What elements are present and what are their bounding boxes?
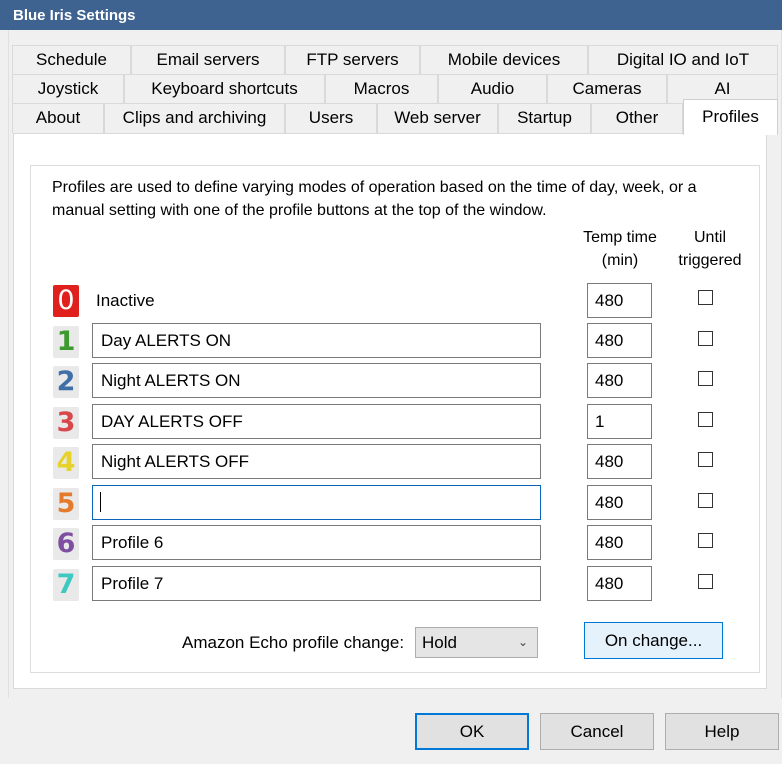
profile-0-until-triggered-checkbox[interactable]: [698, 290, 713, 305]
tab-digital-io-and-iot[interactable]: Digital IO and IoT: [588, 45, 778, 74]
tab-keyboard-shortcuts[interactable]: Keyboard shortcuts: [124, 74, 325, 103]
profile-2-number-icon: 2: [53, 366, 79, 398]
profile-4-until-triggered-checkbox[interactable]: [698, 452, 713, 467]
profile-0-temp-time[interactable]: [587, 283, 652, 318]
profile-6-until-triggered-checkbox[interactable]: [698, 533, 713, 548]
profile-4-number-icon: 4: [53, 447, 79, 479]
profile-5-temp-time[interactable]: [587, 485, 652, 520]
profile-7-temp-time[interactable]: [587, 566, 652, 601]
profile-6-number-icon: 6: [53, 528, 79, 560]
profile-1-until-triggered-checkbox[interactable]: [698, 331, 713, 346]
tab-profiles[interactable]: Profiles: [683, 99, 778, 135]
tab-joystick[interactable]: Joystick: [12, 74, 124, 103]
on-change-button[interactable]: On change...: [584, 622, 723, 659]
profile-6-name-field[interactable]: [92, 525, 541, 560]
profile-2-name-field[interactable]: [92, 363, 541, 398]
tab-macros[interactable]: Macros: [325, 74, 438, 103]
tab-audio[interactable]: Audio: [438, 74, 547, 103]
profile-7-number-icon: 7: [53, 569, 79, 601]
profile-2-until-triggered-checkbox[interactable]: [698, 371, 713, 386]
profile-0-number-icon: 0: [53, 285, 79, 317]
chevron-down-icon: ⌄: [517, 635, 528, 649]
tab-mobile-devices[interactable]: Mobile devices: [420, 45, 588, 74]
amazon-echo-label: Amazon Echo profile change:: [182, 633, 405, 652]
profile-3-name-field[interactable]: [92, 404, 541, 439]
profile-1-name-field[interactable]: [92, 323, 541, 358]
profile-1-number-icon: 1: [53, 326, 79, 358]
profile-5-until-triggered-checkbox[interactable]: [698, 493, 713, 508]
profile-3-temp-time[interactable]: [587, 404, 652, 439]
profile-3-number-icon: 3: [53, 407, 79, 439]
tab-users[interactable]: Users: [285, 103, 377, 133]
profile-1-temp-time[interactable]: [587, 323, 652, 358]
tab-cameras[interactable]: Cameras: [547, 74, 667, 103]
cancel-button[interactable]: Cancel: [540, 713, 654, 750]
profile-4-name-field[interactable]: [92, 444, 541, 479]
tab-email-servers[interactable]: Email servers: [131, 45, 285, 74]
until-triggered-header: Until triggered: [678, 229, 742, 269]
amazon-echo-select[interactable]: Hold ⌄: [415, 627, 538, 658]
amazon-echo-select-value: Hold: [422, 633, 457, 652]
profile-6-temp-time[interactable]: [587, 525, 652, 560]
profile-7-until-triggered-checkbox[interactable]: [698, 574, 713, 589]
profile-4-temp-time[interactable]: [587, 444, 652, 479]
ok-button[interactable]: OK: [415, 713, 529, 750]
profile-5-number-icon: 5: [53, 488, 79, 520]
temp-time-header: Temp time (min): [583, 229, 657, 269]
tab-web-server[interactable]: Web server: [377, 103, 498, 133]
profile-3-until-triggered-checkbox[interactable]: [698, 412, 713, 427]
profile-7-name-field[interactable]: [92, 566, 541, 601]
profile-5-name-field[interactable]: [92, 485, 541, 520]
window-title: Blue Iris Settings: [0, 0, 782, 30]
profiles-description: Profiles are used to define varying mode…: [52, 179, 697, 219]
text-caret: [100, 492, 101, 512]
tab-about[interactable]: About: [12, 103, 104, 133]
tab-ftp-servers[interactable]: FTP servers: [285, 45, 420, 74]
tab-clips-and-archiving[interactable]: Clips and archiving: [104, 103, 285, 133]
tab-schedule[interactable]: Schedule: [12, 45, 131, 74]
tab-other[interactable]: Other: [591, 103, 683, 133]
profile-0-name: Inactive: [96, 291, 155, 310]
profile-2-temp-time[interactable]: [587, 363, 652, 398]
help-button[interactable]: Help: [665, 713, 779, 750]
tab-startup[interactable]: Startup: [498, 103, 591, 133]
